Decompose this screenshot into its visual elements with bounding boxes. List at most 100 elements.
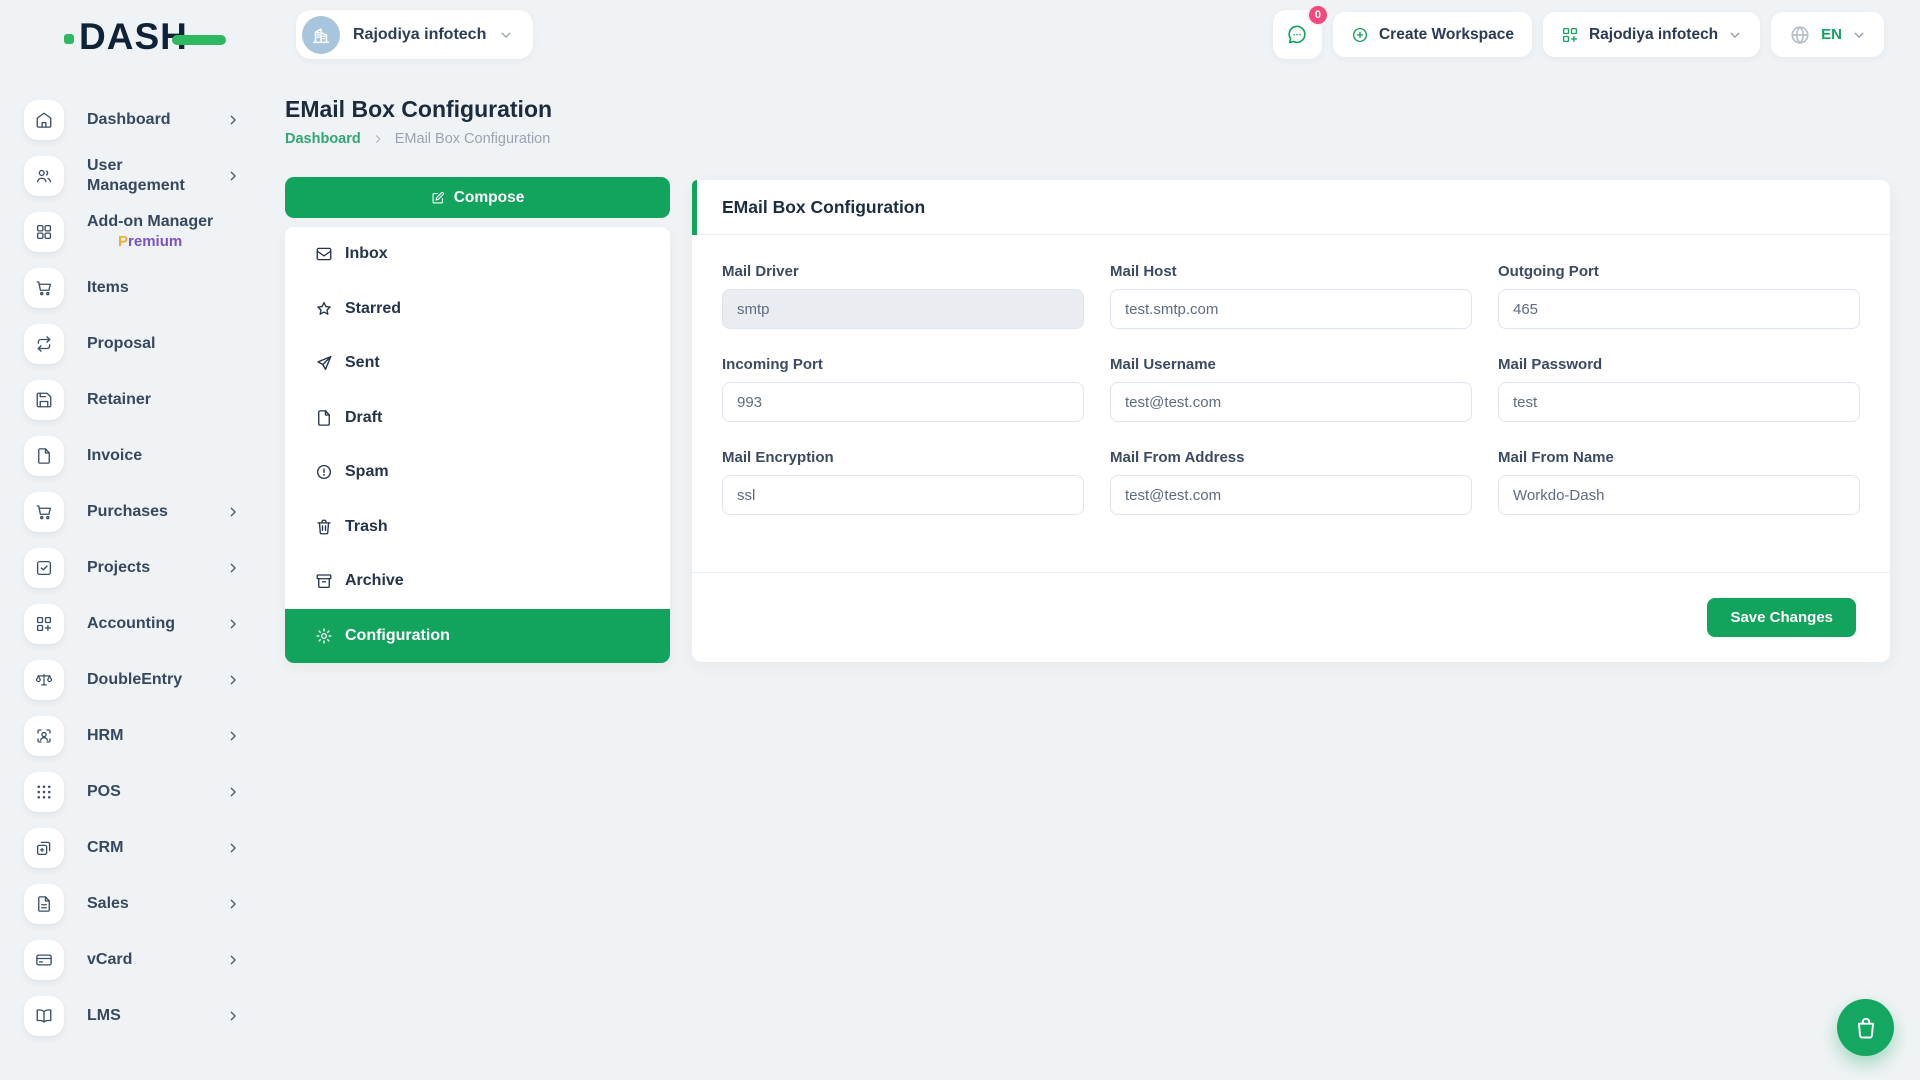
sidebar-item-label: User Management <box>87 156 203 196</box>
sidebar-item-dashboard[interactable]: Dashboard <box>24 92 274 148</box>
incoming-port-input[interactable] <box>722 382 1084 422</box>
workspace-selector[interactable]: Rajodiya infotech <box>296 10 533 59</box>
messages-button[interactable]: 0 <box>1273 10 1322 59</box>
sidebar-item-icon <box>35 1007 53 1025</box>
folder-spam[interactable]: Spam <box>285 445 670 500</box>
sidebar-item-label: Retainer <box>87 390 151 410</box>
mail-host-input[interactable] <box>1110 289 1472 329</box>
sidebar-item-text: Purchases <box>87 502 168 522</box>
chevron-right-icon <box>226 897 240 911</box>
shop-fab-button[interactable] <box>1837 999 1894 1056</box>
folder-icon <box>315 300 333 318</box>
field-label: Mail Host <box>1110 263 1472 280</box>
save-changes-button[interactable]: Save Changes <box>1707 598 1856 637</box>
mail-password-input[interactable] <box>1498 382 1860 422</box>
sidebar-item-label: LMS <box>87 1006 121 1026</box>
mail-config-fields: Mail Driver Mail Host Outgoing Port Inco… <box>692 235 1890 515</box>
sidebar-item-projects[interactable]: Projects <box>24 540 274 596</box>
card-footer: Save Changes <box>692 572 1890 662</box>
globe-icon <box>1789 24 1811 46</box>
outgoing-port-input[interactable] <box>1498 289 1860 329</box>
mail-folder-list: Inbox Starred Sent Draft Spam Trash Arch… <box>285 227 670 663</box>
sidebar-item-icon <box>35 671 53 689</box>
field-outgoing-port: Outgoing Port <box>1498 263 1860 329</box>
folder-inbox[interactable]: Inbox <box>285 227 670 282</box>
sidebar-item-crm[interactable]: CRM <box>24 820 274 876</box>
email-config-card: EMail Box Configuration Mail Driver Mail… <box>692 180 1890 662</box>
chevron-down-icon <box>499 28 513 42</box>
folder-label: Archive <box>345 572 404 590</box>
sidebar-item-iconbox <box>24 716 64 756</box>
folder-trash[interactable]: Trash <box>285 500 670 555</box>
language-selector[interactable]: EN <box>1771 12 1884 57</box>
create-workspace-label: Create Workspace <box>1379 26 1514 44</box>
chevron-right-icon <box>226 841 240 855</box>
sidebar-item-sales[interactable]: Sales <box>24 876 274 932</box>
field-incoming-port: Incoming Port <box>722 356 1084 422</box>
compose-button[interactable]: Compose <box>285 177 670 218</box>
create-workspace-button[interactable]: Create Workspace <box>1333 12 1532 57</box>
logo-dash-accent <box>172 35 226 45</box>
sidebar-item-user-management[interactable]: User Management <box>24 148 274 204</box>
field-label: Mail Password <box>1498 356 1860 373</box>
folder-draft[interactable]: Draft <box>285 391 670 446</box>
sidebar-item-retainer[interactable]: Retainer <box>24 372 274 428</box>
field-mail-host: Mail Host <box>1110 263 1472 329</box>
topbar-right: 0 Create Workspace Rajodiya infotech EN <box>1273 10 1884 59</box>
chevron-right-icon <box>226 785 240 799</box>
folder-icon <box>315 518 333 536</box>
sidebar-item-text: Sales <box>87 894 129 914</box>
sidebar-item-hrm[interactable]: HRM <box>24 708 274 764</box>
mail-from-name-input[interactable] <box>1498 475 1860 515</box>
sidebar-item-icon <box>35 615 53 633</box>
premium-badge: Premium <box>87 232 213 252</box>
folder-archive[interactable]: Archive <box>285 554 670 609</box>
workspace-avatar <box>302 16 340 54</box>
sidebar-item-add-on-manager[interactable]: Add-on Manager Premium <box>24 204 274 260</box>
sidebar-item-text: vCard <box>87 950 132 970</box>
folder-icon <box>315 627 333 645</box>
sidebar-item-label: Projects <box>87 558 150 578</box>
sidebar-item-label: Dashboard <box>87 110 171 130</box>
chevron-down-icon <box>1728 28 1742 42</box>
folder-icon <box>315 572 333 590</box>
sidebar-item-purchases[interactable]: Purchases <box>24 484 274 540</box>
sidebar-item-pos[interactable]: POS <box>24 764 274 820</box>
breadcrumb-dashboard-link[interactable]: Dashboard <box>285 131 361 147</box>
mail-from-address-input[interactable] <box>1110 475 1472 515</box>
sidebar-item-icon <box>35 279 53 297</box>
sidebar-item-label: Invoice <box>87 446 142 466</box>
chevron-down-icon <box>1852 28 1866 42</box>
breadcrumb: Dashboard EMail Box Configuration <box>285 131 550 147</box>
sidebar-item-text: Projects <box>87 558 150 578</box>
sidebar-nav: Dashboard User Management Add-on Manager… <box>24 92 274 1044</box>
folder-configuration[interactable]: Configuration <box>285 609 670 664</box>
folder-label: Spam <box>345 463 389 481</box>
folder-icon <box>315 245 333 263</box>
field-label: Mail From Address <box>1110 449 1472 466</box>
mail-encryption-input[interactable] <box>722 475 1084 515</box>
field-label: Mail Encryption <box>722 449 1084 466</box>
folder-icon <box>315 354 333 372</box>
company-menu[interactable]: Rajodiya infotech <box>1543 12 1760 57</box>
folder-starred[interactable]: Starred <box>285 282 670 337</box>
sidebar-item-vcard[interactable]: vCard <box>24 932 274 988</box>
brand-logo[interactable]: DASH <box>64 18 226 55</box>
mail-driver-input[interactable] <box>722 289 1084 329</box>
field-label: Mail Driver <box>722 263 1084 280</box>
sidebar-item-iconbox <box>24 660 64 700</box>
mail-username-input[interactable] <box>1110 382 1472 422</box>
sidebar-item-doubleentry[interactable]: DoubleEntry <box>24 652 274 708</box>
folder-label: Trash <box>345 518 388 536</box>
sidebar-item-invoice[interactable]: Invoice <box>24 428 274 484</box>
sidebar-item-accounting[interactable]: Accounting <box>24 596 274 652</box>
sidebar-item-label: HRM <box>87 726 123 746</box>
folder-sent[interactable]: Sent <box>285 336 670 391</box>
sidebar-item-lms[interactable]: LMS <box>24 988 274 1044</box>
sidebar-item-proposal[interactable]: Proposal <box>24 316 274 372</box>
field-label: Mail Username <box>1110 356 1472 373</box>
field-mail-from-name: Mail From Name <box>1498 449 1860 515</box>
sidebar-item-text: User Management <box>87 156 203 196</box>
sidebar-item-iconbox <box>24 268 64 308</box>
sidebar-item-items[interactable]: Items <box>24 260 274 316</box>
